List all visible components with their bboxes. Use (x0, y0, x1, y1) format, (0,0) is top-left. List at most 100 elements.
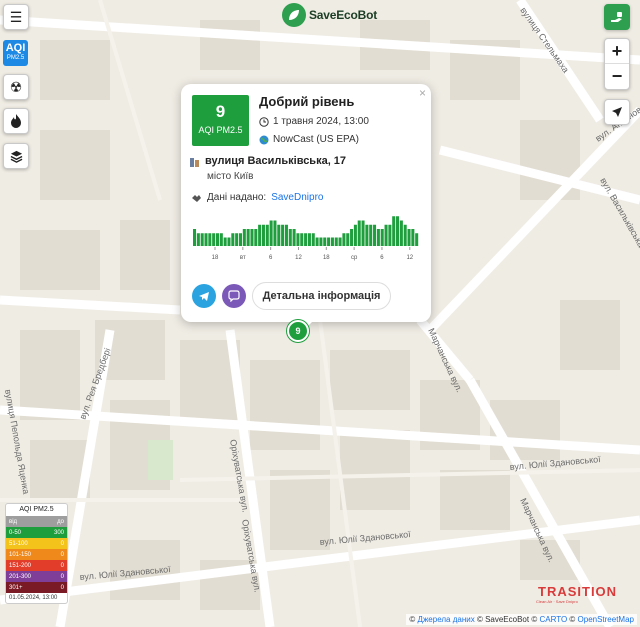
zoom-out-button[interactable]: − (605, 64, 629, 89)
radiation-layer-button[interactable]: ☢ (3, 74, 29, 100)
history-bar[interactable] (380, 229, 384, 246)
legend-header-to: до (57, 518, 64, 525)
history-bar[interactable] (311, 233, 315, 246)
legend-row: 51-100 0 (6, 538, 67, 549)
legend-range: 101-150 (9, 551, 32, 558)
history-bar[interactable] (346, 233, 350, 246)
history-bar[interactable] (334, 237, 338, 247)
history-bar[interactable] (258, 224, 262, 246)
history-bar[interactable] (254, 229, 258, 246)
telegram-icon (199, 292, 209, 301)
close-popup-button[interactable]: × (419, 86, 426, 100)
history-bar[interactable] (242, 229, 246, 246)
history-bar[interactable] (307, 233, 311, 246)
aqi-label: AQI (5, 42, 26, 54)
history-bar[interactable] (265, 224, 269, 246)
history-bar[interactable] (323, 237, 327, 247)
legend-row: 201-300 0 (6, 571, 67, 582)
aqi-history-chart: 18 вт 6 12 18 ср 6 12 (193, 216, 419, 261)
history-bar[interactable] (246, 229, 250, 246)
aqi-sub-label: PM2.5 (6, 55, 25, 61)
history-bar[interactable] (361, 220, 365, 247)
history-tick-label: 18 (323, 255, 330, 261)
history-bar[interactable] (365, 224, 369, 246)
history-bar[interactable] (384, 224, 388, 246)
station-popup: × 9 AQI PM2.5 Добрий рівень 1 травня 202… (181, 84, 431, 322)
history-bar[interactable] (369, 224, 373, 246)
history-bar[interactable] (223, 237, 227, 247)
history-bar[interactable] (292, 229, 296, 246)
zoom-in-button[interactable]: + (605, 39, 629, 64)
history-bar[interactable] (204, 233, 208, 246)
history-bar[interactable] (415, 233, 419, 246)
history-bar[interactable] (396, 216, 400, 246)
history-bar[interactable] (399, 220, 403, 247)
history-bar[interactable] (300, 233, 304, 246)
osm-link[interactable]: OpenStreetMap (578, 615, 634, 624)
history-bar[interactable] (304, 233, 308, 246)
history-bar[interactable] (327, 237, 331, 247)
history-bar[interactable] (281, 224, 285, 246)
history-bar[interactable] (392, 216, 396, 246)
history-bar[interactable] (288, 229, 292, 246)
history-bar[interactable] (315, 237, 319, 247)
history-bar[interactable] (235, 233, 239, 246)
aqi-value-box: 9 AQI PM2.5 (192, 95, 249, 146)
data-sources-link[interactable]: Джерела даних (418, 615, 475, 624)
history-bar[interactable] (350, 229, 354, 246)
history-bar[interactable] (338, 237, 342, 247)
attr-saveecobot: © SaveEcoBot © (474, 615, 540, 624)
history-bar[interactable] (196, 233, 200, 246)
history-tick-label: вт (240, 255, 246, 261)
history-bar[interactable] (193, 229, 197, 246)
layers-button[interactable] (3, 143, 29, 169)
history-bar[interactable] (215, 233, 220, 246)
history-bar[interactable] (342, 233, 346, 246)
viber-button[interactable] (222, 284, 246, 308)
history-bar[interactable] (376, 229, 380, 246)
history-bar[interactable] (373, 224, 377, 246)
aqi-layer-button[interactable]: AQI PM2.5 (3, 40, 28, 66)
history-bar[interactable] (403, 224, 407, 246)
history-bar[interactable] (231, 233, 235, 246)
history-tick-label: 6 (380, 255, 384, 261)
history-bar[interactable] (238, 233, 242, 246)
carto-link[interactable]: CARTO (539, 615, 567, 624)
history-bar[interactable] (411, 229, 415, 246)
history-bar[interactable] (277, 224, 281, 246)
history-bar[interactable] (357, 220, 361, 247)
history-bar[interactable] (212, 233, 216, 246)
telegram-button[interactable] (192, 284, 216, 308)
history-bar[interactable] (200, 233, 204, 246)
history-bar[interactable] (284, 224, 288, 246)
history-bar[interactable] (219, 233, 223, 246)
app-logo[interactable]: SaveEcoBot (282, 2, 377, 28)
history-bar[interactable] (261, 224, 265, 246)
history-bar[interactable] (296, 233, 300, 246)
menu-button[interactable]: ☰ (3, 4, 29, 30)
address-text: вулиця Васильківська, 17 (205, 155, 347, 167)
history-bar[interactable] (208, 233, 212, 246)
history-bar[interactable] (227, 237, 231, 247)
fire-layer-button[interactable] (3, 108, 29, 134)
provider-link[interactable]: SaveDnipro (271, 192, 323, 203)
hand-money-icon (611, 12, 622, 22)
handshake-icon (192, 195, 201, 202)
history-bar[interactable] (388, 224, 392, 246)
history-bar[interactable] (269, 220, 273, 247)
history-bar[interactable] (319, 237, 323, 247)
aqi-legend: AQI PM2.5 від до 0-50 300 51-100 0 101-150 0 1… (5, 503, 68, 604)
legend-count: 0 (60, 540, 64, 547)
logo-text: SaveEcoBot (309, 8, 378, 22)
locate-button[interactable] (604, 99, 630, 125)
history-bar[interactable] (353, 224, 357, 246)
donate-button[interactable] (604, 4, 630, 30)
history-bar[interactable] (273, 220, 277, 247)
history-bar[interactable] (407, 229, 411, 246)
history-bar[interactable] (330, 237, 334, 247)
station-marker[interactable]: 9 (287, 320, 309, 342)
history-bar[interactable] (250, 229, 254, 246)
building-icon (190, 157, 199, 167)
viber-icon (228, 290, 240, 302)
details-button[interactable]: Детальна інформація (252, 282, 391, 310)
